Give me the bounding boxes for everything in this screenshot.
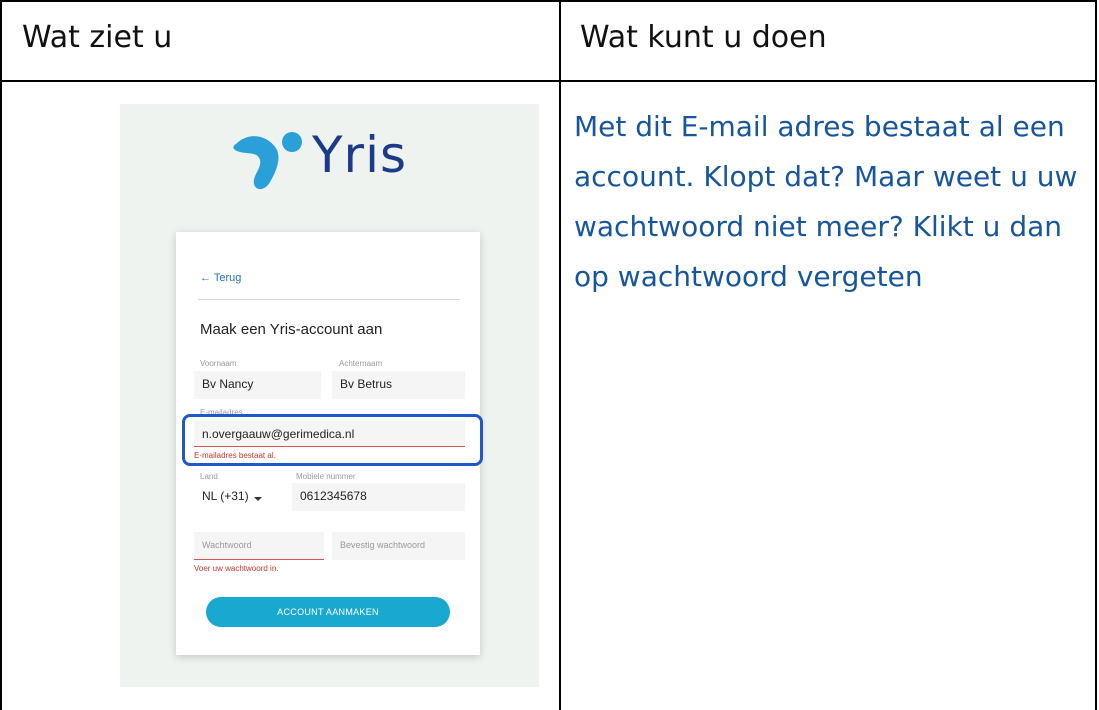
yris-logo-icon <box>233 132 302 190</box>
table-border-right <box>1095 0 1097 710</box>
table-border-left <box>0 0 2 710</box>
back-link[interactable]: ← Terug <box>200 272 241 284</box>
first-name-label: Voornaam <box>200 359 237 368</box>
divider <box>198 299 460 300</box>
country-select[interactable]: NL (+31) <box>194 483 280 511</box>
app-screenshot: Yris ← Terug Maak een Yris-account aan V… <box>120 104 539 687</box>
logo-text: Yris <box>312 126 408 184</box>
email-highlight-annotation <box>182 414 483 466</box>
mobile-number-input[interactable]: 0612345678 <box>292 483 465 511</box>
table-header-divider <box>0 80 1097 82</box>
password-error-message: Voer uw wachtwoord in. <box>194 564 279 573</box>
table-column-divider <box>559 0 561 710</box>
instruction-table: Wat ziet u Wat kunt u doen Yris ← Terug … <box>0 0 1097 710</box>
chevron-down-icon <box>254 497 262 501</box>
column-header-what-you-can-do: Wat kunt u doen <box>580 20 827 55</box>
instruction-text: Met dit E-mail adres bestaat al een acco… <box>574 110 1078 293</box>
country-label: Land <box>200 472 218 481</box>
column-header-what-you-see: Wat ziet u <box>22 20 173 55</box>
last-name-input[interactable]: Bv Betrus <box>332 371 465 399</box>
yris-logo: Yris <box>232 118 422 198</box>
last-name-label: Achternaam <box>339 359 383 368</box>
create-account-button[interactable]: ACCOUNT AANMAKEN <box>206 597 450 627</box>
form-title: Maak een Yris-account aan <box>200 321 383 338</box>
first-name-input[interactable]: Bv Nancy <box>194 371 321 399</box>
table-border-top <box>0 0 1097 2</box>
password-input[interactable]: Wachtwoord <box>194 532 324 560</box>
mobile-label: Mobiele nummer <box>296 472 356 481</box>
confirm-password-input[interactable]: Bevestig wachtwoord <box>332 532 465 560</box>
